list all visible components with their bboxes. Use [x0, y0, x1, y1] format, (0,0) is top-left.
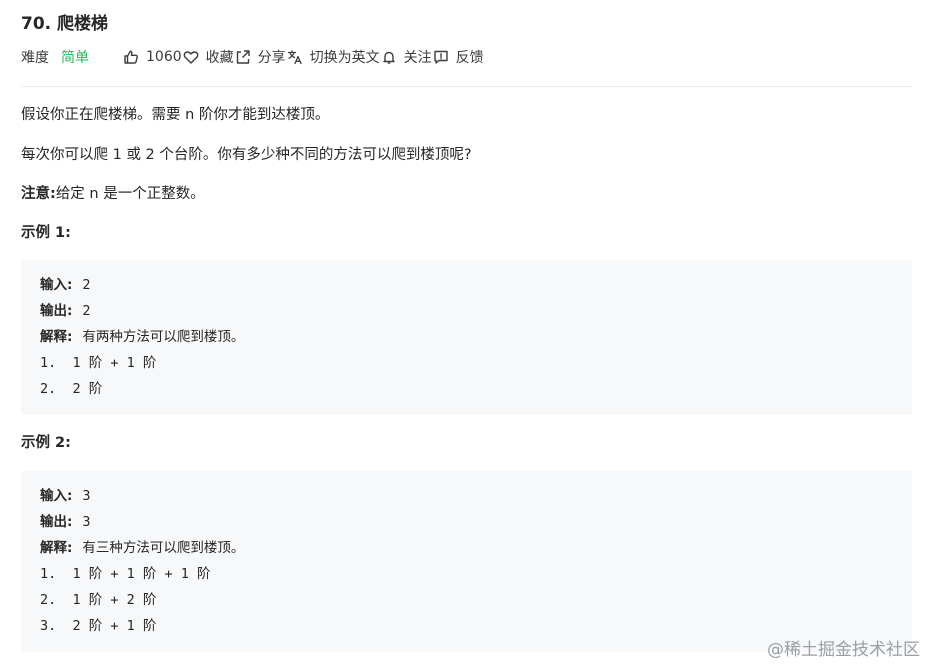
example-input-line: 输入: 3	[40, 483, 91, 509]
example-input-line: 输入: 2	[40, 272, 91, 298]
translate-button[interactable]: 切换为英文	[286, 47, 380, 67]
share-icon	[234, 48, 252, 66]
like-count: 1060	[146, 49, 182, 65]
difficulty: 难度 简单	[21, 47, 122, 67]
example-step: 2. 1 阶 + 2 阶	[40, 592, 157, 608]
example-step: 1. 1 阶 + 1 阶	[40, 355, 157, 371]
difficulty-label: 难度	[21, 50, 49, 66]
input-value: 3	[82, 488, 91, 504]
heart-icon	[182, 48, 200, 66]
feedback-icon	[432, 48, 450, 66]
difficulty-value: 简单	[61, 50, 89, 66]
translate-label: 切换为英文	[309, 50, 380, 66]
example-code-block: 输入: 2 输出: 2 解释: 有两种方法可以爬到楼顶。 1. 1 阶 + 1 阶 2…	[21, 260, 912, 415]
note-paragraph: 注意:给定 n 是一个正整数。	[21, 183, 205, 205]
explain-text: 有两种方法可以爬到楼顶。	[82, 329, 245, 345]
example-step: 2. 2 阶	[40, 381, 103, 397]
output-label: 输出:	[40, 303, 73, 319]
follow-button[interactable]: 关注	[380, 47, 432, 67]
input-label: 输入:	[40, 488, 73, 504]
note-text: 给定 n 是一个正整数。	[55, 186, 205, 202]
explain-text: 有三种方法可以爬到楼顶。	[82, 540, 245, 556]
like-button[interactable]: 1060	[122, 48, 182, 66]
example-explain-line: 解释: 有两种方法可以爬到楼顶。	[40, 324, 244, 350]
output-value: 2	[82, 303, 91, 319]
example-code-block: 输入: 3 输出: 3 解释: 有三种方法可以爬到楼顶。 1. 1 阶 + 1 阶 +…	[21, 471, 912, 652]
bell-icon	[380, 48, 398, 66]
feedback-label: 反馈	[455, 50, 484, 66]
example-step: 3. 2 阶 + 1 阶	[40, 618, 157, 634]
example-explain-line: 解释: 有三种方法可以爬到楼顶。	[40, 535, 244, 561]
favorite-label: 收藏	[205, 50, 234, 66]
example-title: 示例 2:	[21, 435, 71, 451]
share-button[interactable]: 分享	[234, 47, 286, 67]
example-title: 示例 1:	[21, 225, 71, 241]
explain-label: 解释:	[40, 540, 73, 556]
thumbs-up-icon	[122, 48, 140, 66]
divider	[21, 86, 912, 87]
output-label: 输出:	[40, 514, 73, 530]
share-label: 分享	[257, 50, 286, 66]
example-output-line: 输出: 3	[40, 509, 91, 535]
output-value: 3	[82, 514, 91, 530]
favorite-button[interactable]: 收藏	[182, 47, 234, 67]
watermark: @稀土掘金技术社区	[767, 640, 920, 660]
problem-meta-bar: 难度 简单 1060 收藏 分享 切换为英文 关注 反馈	[21, 45, 484, 69]
feedback-button[interactable]: 反馈	[432, 47, 484, 67]
input-label: 输入:	[40, 277, 73, 293]
explain-label: 解释:	[40, 329, 73, 345]
example-step: 1. 1 阶 + 1 阶 + 1 阶	[40, 566, 211, 582]
translate-icon	[286, 48, 304, 66]
input-value: 2	[82, 277, 91, 293]
problem-title: 70. 爬楼梯	[21, 14, 109, 34]
example-output-line: 输出: 2	[40, 298, 91, 324]
follow-label: 关注	[403, 50, 432, 66]
description-paragraph: 每次你可以爬 1 或 2 个台阶。你有多少种不同的方法可以爬到楼顶呢?	[21, 147, 472, 163]
note-label: 注意:	[21, 186, 56, 202]
description-paragraph: 假设你正在爬楼梯。需要 n 阶你才能到达楼顶。	[21, 107, 330, 123]
